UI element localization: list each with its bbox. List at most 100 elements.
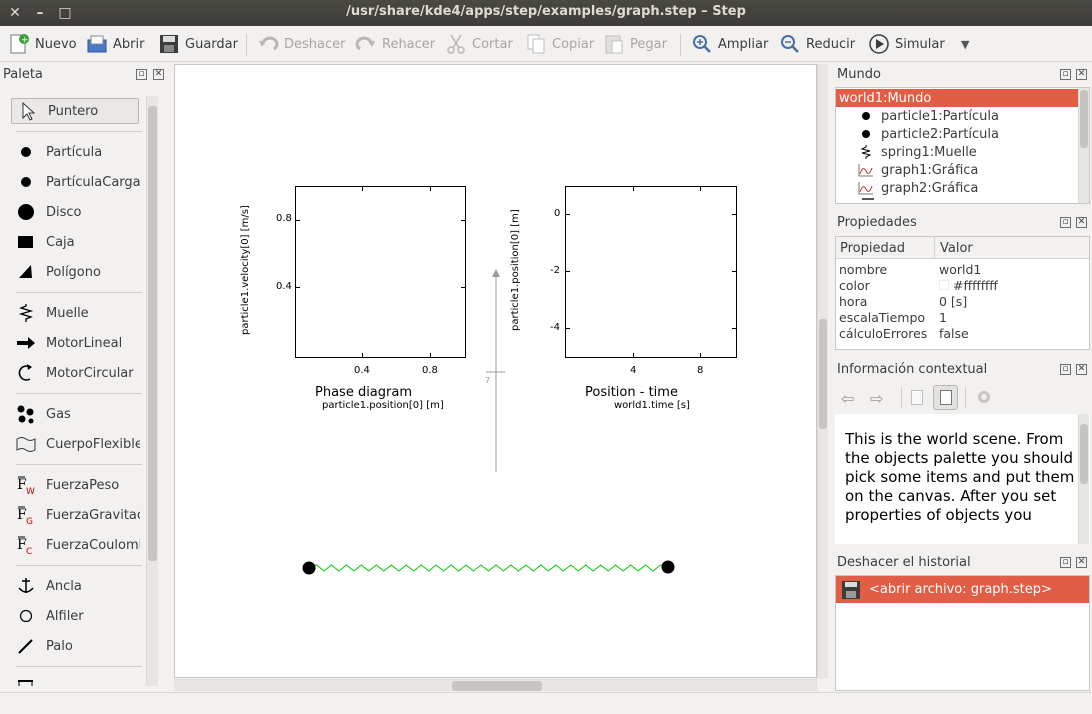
property-name: nombre bbox=[839, 262, 888, 277]
world-tree-scrollbar[interactable] bbox=[1078, 88, 1089, 203]
back-arrow-icon[interactable]: ⇦ bbox=[841, 389, 854, 408]
tree-item-graph1[interactable]: graph1:Gráfica bbox=[836, 161, 1078, 179]
palette-float-button[interactable]: ▫ bbox=[136, 69, 147, 80]
tree-item-partial bbox=[862, 198, 874, 203]
tree-item-particle1[interactable]: particle1:Partícula bbox=[836, 107, 1078, 125]
tree-item-spring1[interactable]: spring1:Muelle bbox=[836, 143, 1078, 161]
property-row-escala-tiempo[interactable]: escalaTiempo 1 bbox=[838, 310, 1088, 326]
canvas-horizontal-scrollbar[interactable] bbox=[174, 679, 817, 691]
palette-item-pin[interactable]: Alfiler bbox=[10, 605, 140, 627]
simulate-button[interactable]: Simular bbox=[868, 30, 945, 58]
tree-item-world1[interactable]: world1:Mundo bbox=[836, 89, 1078, 107]
palette-item-gravitation-force[interactable]: FG FuerzaGravitacional bbox=[10, 504, 140, 526]
particle1[interactable] bbox=[302, 561, 316, 575]
status-bar bbox=[0, 692, 1092, 714]
property-row-hora[interactable]: hora 0 [s] bbox=[838, 294, 1088, 310]
world-panel-close-button[interactable]: ✕ bbox=[1076, 69, 1087, 80]
canvas-horizontal-scrollbar-thumb[interactable] bbox=[452, 681, 542, 691]
zoom-in-button-label: Ampliar bbox=[718, 36, 769, 52]
settings-icon[interactable] bbox=[978, 391, 990, 403]
palette-close-button[interactable]: ✕ bbox=[153, 69, 164, 80]
graph2-plot-area[interactable] bbox=[565, 186, 737, 358]
palette-item-charged-particle[interactable]: PartículaCargada bbox=[10, 171, 140, 193]
properties-panel-float-button[interactable]: ▫ bbox=[1060, 217, 1071, 228]
simulate-button-label: Simular bbox=[895, 36, 945, 52]
svg-text:G: G bbox=[26, 517, 33, 525]
palette-item-anchor[interactable]: Ancla bbox=[10, 575, 140, 597]
palette-item-label: CuerpoFlexible bbox=[46, 436, 140, 452]
cut-button[interactable]: Cortar bbox=[445, 30, 513, 58]
info-text-scrollbar[interactable] bbox=[1078, 414, 1089, 544]
property-row-calculo-errores[interactable]: cálculoErrores false bbox=[838, 326, 1088, 342]
graph2-ytick-mark bbox=[732, 214, 737, 215]
palette-item-coulomb-force[interactable]: FC FuerzaCoulomb bbox=[10, 534, 140, 556]
color-swatch bbox=[939, 280, 949, 290]
undo-panel-close-button[interactable]: ✕ bbox=[1076, 557, 1087, 568]
palette-item-soft-body[interactable]: CuerpoFlexible bbox=[10, 433, 140, 455]
graph1-xtick-label: 0.8 bbox=[422, 365, 438, 376]
palette-item-polygon[interactable]: Polígono bbox=[10, 261, 140, 283]
new-button[interactable]: + Nuevo bbox=[8, 30, 77, 58]
canvas-vertical-scrollbar-thumb[interactable] bbox=[819, 319, 827, 429]
graph2-ytick-mark bbox=[565, 214, 570, 215]
open-button-label: Abrir bbox=[113, 36, 145, 52]
graph2-xtick-mark bbox=[700, 353, 701, 358]
tree-item-particle2[interactable]: particle2:Partícula bbox=[836, 125, 1078, 143]
info-panel-close-button[interactable]: ✕ bbox=[1076, 364, 1087, 375]
zoom-out-button[interactable]: Reducir bbox=[779, 30, 855, 58]
palette-pointer[interactable]: Puntero bbox=[11, 98, 139, 124]
undo-history-item[interactable]: <abrir archivo: graph.step> bbox=[836, 576, 1089, 603]
world-axis-origin-label: 7 bbox=[485, 376, 491, 385]
property-row-color[interactable]: color #ffffffff bbox=[838, 278, 1088, 294]
info-panel-float-button[interactable]: ▫ bbox=[1060, 364, 1071, 375]
undo-panel-float-button[interactable]: ▫ bbox=[1060, 557, 1071, 568]
palette-separator bbox=[16, 565, 142, 566]
zoom-in-button[interactable]: Ampliar bbox=[691, 30, 768, 58]
palette-item-gas[interactable]: Gas bbox=[10, 403, 140, 425]
tree-item-graph2[interactable]: graph2:Gráfica bbox=[836, 179, 1078, 197]
tree-item-label: particle2:Partícula bbox=[881, 126, 999, 142]
toolbar-overflow-button[interactable]: ▼ bbox=[961, 30, 969, 58]
palette-item-linear-motor[interactable]: MotorLineal bbox=[10, 332, 140, 354]
save-button[interactable]: Guardar bbox=[158, 30, 238, 58]
forward-arrow-icon[interactable]: ⇨ bbox=[870, 389, 883, 408]
property-name: cálculoErrores bbox=[839, 326, 928, 341]
palette-item-weight-force[interactable]: FW FuerzaPeso bbox=[10, 474, 140, 496]
property-row-nombre[interactable]: nombre world1 bbox=[838, 262, 1088, 278]
palette-item-circular-motor[interactable]: MotorCircular bbox=[10, 362, 140, 384]
rope-icon bbox=[16, 675, 36, 686]
open-button[interactable]: Abrir bbox=[86, 30, 144, 58]
graph2-xtick-mark bbox=[633, 353, 634, 358]
open-folder-icon bbox=[86, 33, 108, 55]
palette-item-stick[interactable]: Palo bbox=[10, 635, 140, 657]
undo-button[interactable]: Deshacer bbox=[257, 30, 345, 58]
graph1-plot-area[interactable] bbox=[295, 186, 466, 358]
info-text-scrollbar-thumb[interactable] bbox=[1080, 424, 1088, 484]
palette-item-box[interactable]: Caja bbox=[10, 231, 140, 253]
palette-scrollbar-thumb[interactable] bbox=[148, 106, 157, 561]
world-canvas[interactable]: 0.8 0.4 0.4 0.8 particle1.velocity[0] [m… bbox=[174, 64, 817, 678]
palette-item-particle[interactable]: Partícula bbox=[10, 141, 140, 163]
copy-button[interactable]: Copiar bbox=[525, 30, 594, 58]
disk-icon bbox=[16, 202, 36, 222]
palette-scrollbar[interactable] bbox=[146, 96, 158, 686]
world-panel-float-button[interactable]: ▫ bbox=[1060, 69, 1071, 80]
cut-button-label: Cortar bbox=[472, 36, 513, 52]
paste-button[interactable]: Pegar bbox=[603, 30, 667, 58]
graph1-xtick-mark bbox=[362, 353, 363, 358]
document-icon[interactable] bbox=[911, 390, 923, 405]
pin-icon bbox=[16, 606, 36, 626]
weight-force-icon: FW bbox=[16, 475, 36, 496]
spring-assembly bbox=[302, 560, 675, 575]
zoom-out-button-label: Reducir bbox=[806, 36, 856, 52]
graph2-xtick-label: 4 bbox=[630, 365, 637, 376]
canvas-vertical-scrollbar[interactable] bbox=[817, 64, 828, 679]
particle2[interactable] bbox=[661, 560, 675, 574]
world-tree-scrollbar-thumb[interactable] bbox=[1080, 90, 1088, 148]
palette-item-disk[interactable]: Disco bbox=[10, 201, 140, 223]
properties-panel-close-button[interactable]: ✕ bbox=[1076, 217, 1087, 228]
palette-item-spring[interactable]: Muelle bbox=[10, 302, 140, 324]
sync-toggle-button[interactable] bbox=[933, 385, 958, 410]
palette-item-label: FuerzaCoulomb bbox=[46, 537, 140, 553]
redo-button[interactable]: Rehacer bbox=[355, 30, 435, 58]
